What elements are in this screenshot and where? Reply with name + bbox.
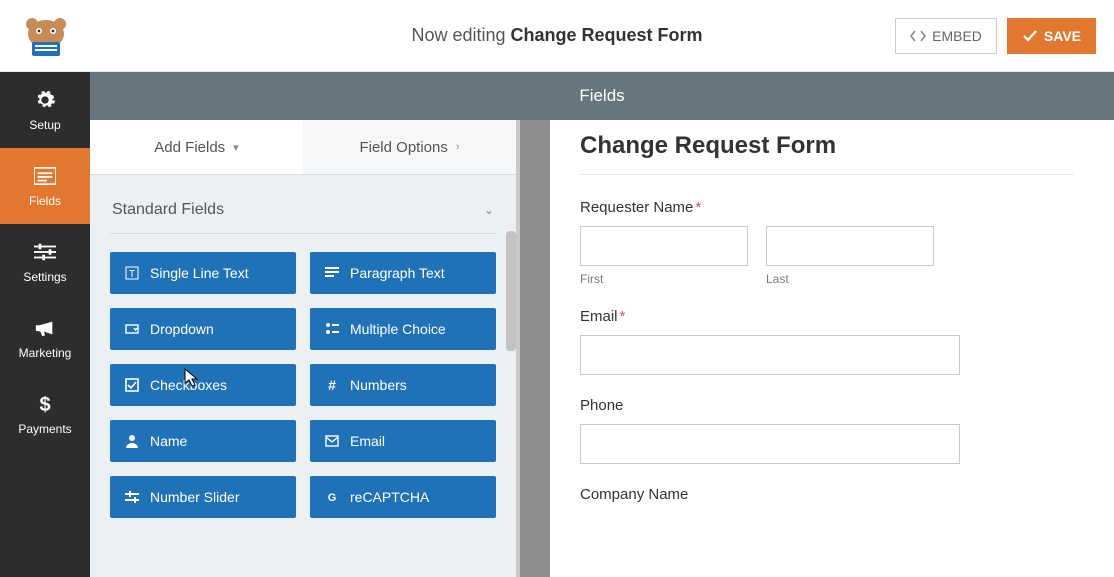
field-multiple-choice[interactable]: Multiple Choice bbox=[310, 308, 496, 350]
field-label: reCAPTCHA bbox=[350, 489, 429, 505]
field-name[interactable]: Name bbox=[110, 420, 296, 462]
save-button[interactable]: SAVE bbox=[1007, 18, 1096, 54]
now-editing-label: Now editing bbox=[411, 25, 505, 45]
rail-payments[interactable]: $ Payments bbox=[0, 376, 90, 452]
field-label: Dropdown bbox=[150, 321, 214, 337]
form-title: Change Request Form bbox=[580, 132, 1074, 160]
rail-settings-label: Settings bbox=[23, 270, 66, 284]
form-name: Change Request Form bbox=[511, 25, 703, 45]
form-preview: Change Request Form Requester Name* Firs… bbox=[550, 120, 1114, 577]
sliders-icon bbox=[33, 240, 57, 264]
tab-add-fields[interactable]: Add Fields ▾ bbox=[90, 120, 303, 174]
recaptcha-icon: G bbox=[324, 489, 340, 505]
sublabel-first: First bbox=[580, 272, 748, 286]
field-label: Multiple Choice bbox=[350, 321, 446, 337]
field-label: Paragraph Text bbox=[350, 265, 445, 281]
field-label: Name bbox=[150, 433, 187, 449]
field-single-line-text[interactable]: T Single Line Text bbox=[110, 252, 296, 294]
app-logo bbox=[18, 12, 74, 60]
label-company-name: Company Name bbox=[580, 486, 1074, 503]
checkbox-icon bbox=[124, 377, 140, 393]
text-icon: T bbox=[124, 265, 140, 281]
tab-field-options-label: Field Options bbox=[359, 139, 447, 156]
input-phone[interactable] bbox=[580, 424, 960, 464]
svg-text:#: # bbox=[328, 378, 336, 392]
input-last-name[interactable] bbox=[766, 226, 934, 266]
left-rail: Setup Fields Settings Marketing $ Paymen… bbox=[0, 72, 90, 577]
list-icon bbox=[33, 164, 57, 188]
field-numbers[interactable]: # Numbers bbox=[310, 364, 496, 406]
field-recaptcha[interactable]: G reCAPTCHA bbox=[310, 476, 496, 518]
code-icon bbox=[910, 29, 926, 43]
field-label: Single Line Text bbox=[150, 265, 249, 281]
tab-add-fields-label: Add Fields bbox=[154, 139, 225, 156]
embed-button[interactable]: EMBED bbox=[895, 18, 997, 54]
chevron-down-icon: ▾ bbox=[233, 141, 239, 154]
label-phone: Phone bbox=[580, 397, 1074, 414]
hash-icon: # bbox=[324, 377, 340, 393]
page-title: Now editing Change Request Form bbox=[411, 25, 702, 46]
fields-panel: Add Fields ▾ Field Options › Standard Fi… bbox=[90, 120, 520, 577]
svg-text:T: T bbox=[129, 269, 135, 280]
field-label: Email bbox=[350, 433, 385, 449]
dollar-icon: $ bbox=[33, 392, 57, 416]
gear-icon bbox=[33, 88, 57, 112]
save-label: SAVE bbox=[1044, 28, 1081, 44]
rail-fields[interactable]: Fields bbox=[0, 148, 90, 224]
rail-marketing-label: Marketing bbox=[19, 346, 72, 360]
bullhorn-icon bbox=[33, 316, 57, 340]
rail-setup-label: Setup bbox=[29, 118, 60, 132]
rail-settings[interactable]: Settings bbox=[0, 224, 90, 300]
section-header: Fields bbox=[90, 72, 1114, 120]
label-requester-name: Requester Name* bbox=[580, 199, 1074, 216]
multichoice-icon bbox=[324, 321, 340, 337]
label-email: Email* bbox=[580, 308, 1074, 325]
svg-text:$: $ bbox=[39, 394, 50, 415]
embed-label: EMBED bbox=[932, 28, 982, 44]
envelope-icon bbox=[324, 433, 340, 449]
svg-text:G: G bbox=[328, 492, 337, 504]
field-paragraph-text[interactable]: Paragraph Text bbox=[310, 252, 496, 294]
panel-resizer[interactable] bbox=[520, 120, 550, 577]
rail-setup[interactable]: Setup bbox=[0, 72, 90, 148]
field-label: Checkboxes bbox=[150, 377, 227, 393]
field-dropdown[interactable]: Dropdown bbox=[110, 308, 296, 350]
sublabel-last: Last bbox=[766, 272, 934, 286]
group-standard-fields[interactable]: Standard Fields ⌄ bbox=[110, 191, 496, 234]
dropdown-icon bbox=[124, 321, 140, 337]
check-icon bbox=[1022, 29, 1038, 43]
slider-icon bbox=[124, 489, 140, 505]
tab-field-options[interactable]: Field Options › bbox=[303, 120, 516, 174]
field-checkboxes[interactable]: Checkboxes bbox=[110, 364, 296, 406]
scrollbar-thumb[interactable] bbox=[506, 231, 516, 351]
field-email[interactable]: Email bbox=[310, 420, 496, 462]
section-header-label: Fields bbox=[579, 86, 624, 106]
group-title-label: Standard Fields bbox=[112, 201, 224, 219]
rail-fields-label: Fields bbox=[29, 194, 61, 208]
required-mark: * bbox=[695, 199, 701, 216]
top-bar: Now editing Change Request Form EMBED SA… bbox=[0, 0, 1114, 72]
user-icon bbox=[124, 433, 140, 449]
required-mark: * bbox=[620, 308, 626, 325]
field-number-slider[interactable]: Number Slider bbox=[110, 476, 296, 518]
field-label: Number Slider bbox=[150, 489, 239, 505]
rail-payments-label: Payments bbox=[18, 422, 71, 436]
input-first-name[interactable] bbox=[580, 226, 748, 266]
chevron-down-icon: ⌄ bbox=[484, 203, 494, 217]
field-label: Numbers bbox=[350, 377, 407, 393]
rail-marketing[interactable]: Marketing bbox=[0, 300, 90, 376]
paragraph-icon bbox=[324, 265, 340, 281]
input-email[interactable] bbox=[580, 335, 960, 375]
divider bbox=[580, 174, 1074, 175]
chevron-right-icon: › bbox=[456, 141, 460, 153]
